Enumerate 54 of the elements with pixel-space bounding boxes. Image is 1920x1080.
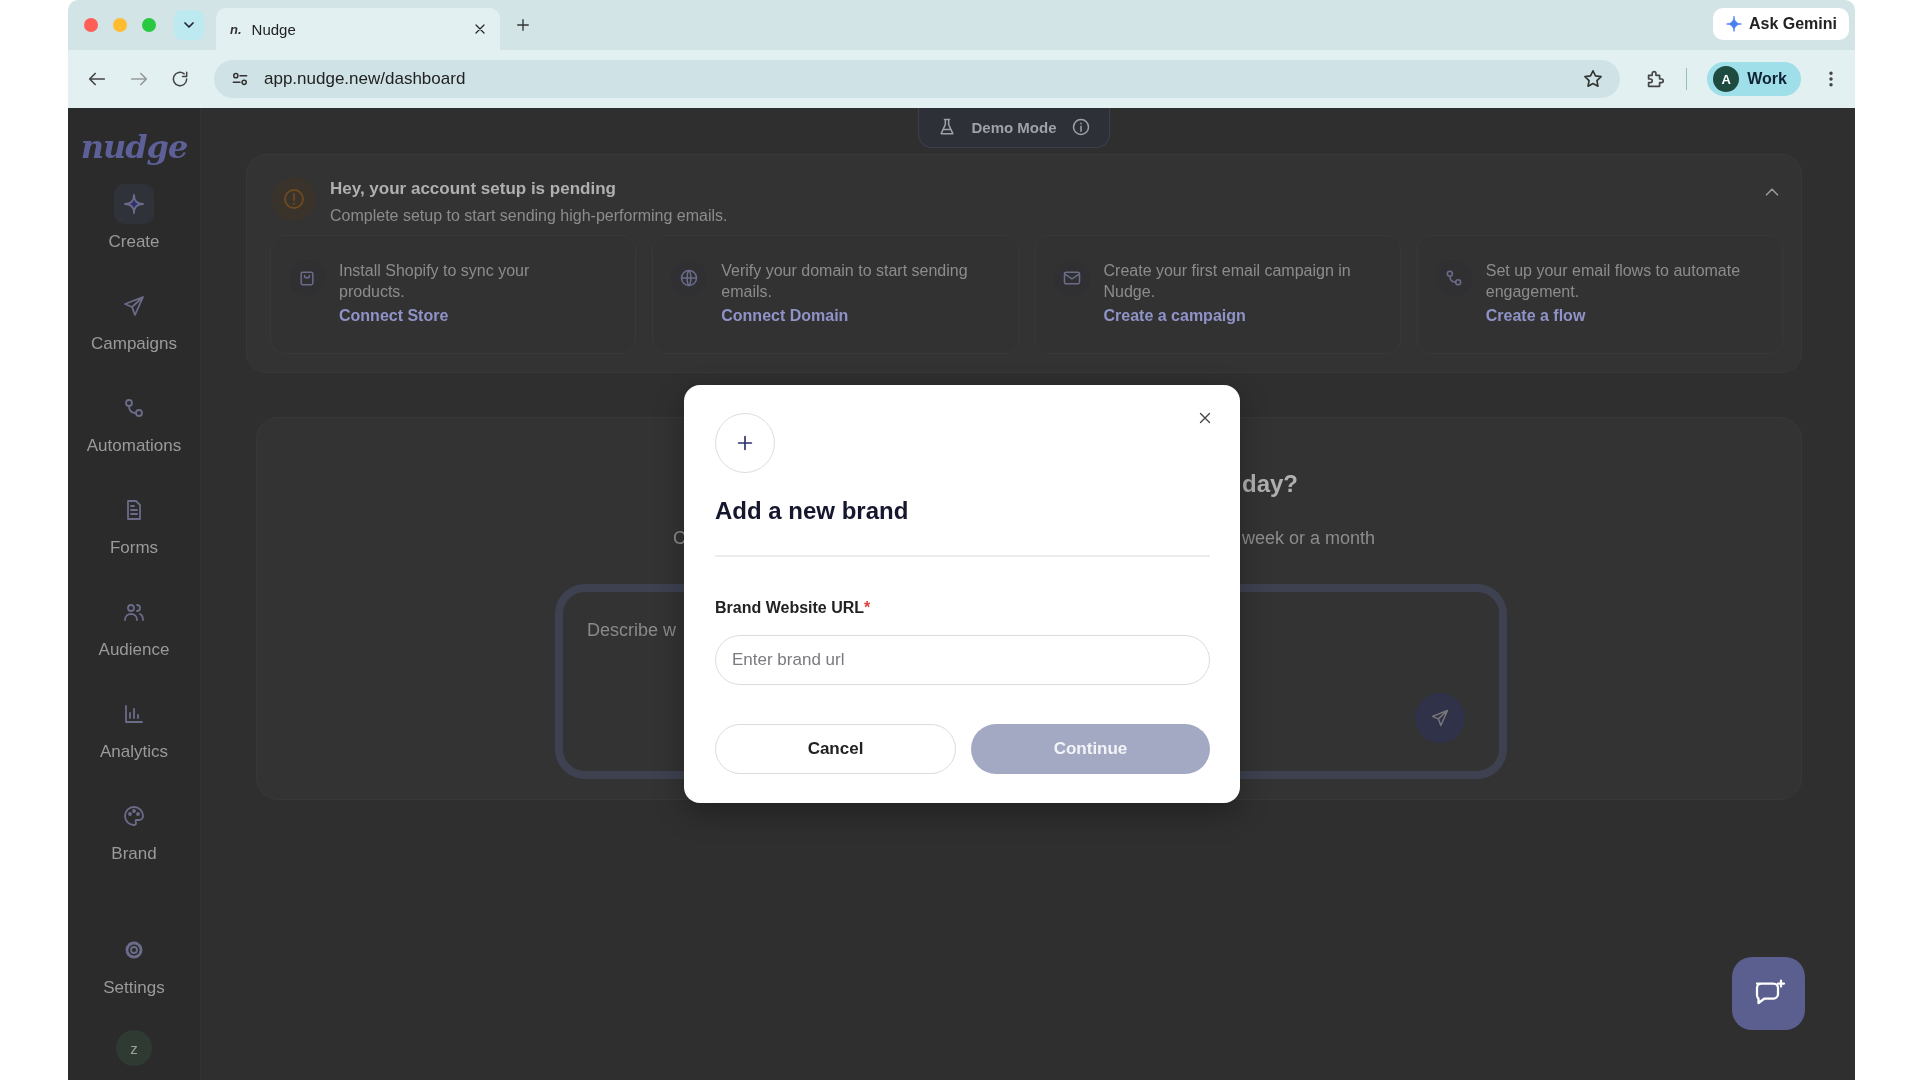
bar-chart-icon [122,702,146,726]
step-text: Install Shopify to sync your products. [339,261,531,302]
send-icon [122,294,146,318]
reload-icon[interactable] [170,69,190,89]
profile-avatar: A [1713,66,1740,92]
prompt-subtitle: week or a month [1242,527,1377,550]
nav-item[interactable]: Audience [74,584,194,668]
nav-item[interactable]: Forms [74,482,194,566]
chat-button[interactable] [1732,957,1805,1030]
tab-favicon: n. [230,21,242,37]
step-link[interactable]: Create a flow [1485,307,1586,325]
address-bar[interactable]: app.nudge.new/dashboard [214,60,1621,98]
field-label: Brand Website URL* [715,599,872,617]
ask-gemini-button[interactable]: Ask Gemini [1712,8,1849,40]
prompt-hint: Describe w [587,620,677,641]
nav-item[interactable]: Create [74,176,194,260]
nav-item[interactable]: Automations [74,380,194,464]
step-link[interactable]: Connect Store [339,307,449,325]
nav-item[interactable]: Brand [74,788,194,872]
step-text: Set up your email flows to automate engagement. [1485,261,1741,302]
sparkle-icon [1724,15,1743,33]
send-button[interactable] [1415,693,1465,744]
browser-tab[interactable]: n. Nudge [216,8,500,50]
cancel-button[interactable]: Cancel [715,724,956,774]
banner-subtitle: Complete setup to start sending high-performing emails. [330,207,729,225]
send-icon [1430,708,1450,729]
prompt-heading: day? [1242,470,1299,499]
settings-item[interactable]: Settings [74,922,194,1006]
tab-title: Nudge [251,20,297,38]
nav-item[interactable]: Analytics [74,686,194,770]
profile-button[interactable]: A Work [1707,62,1801,96]
url-text: app.nudge.new/dashboard [264,69,467,89]
step-link[interactable]: Create a campaign [1103,307,1246,325]
step-link[interactable]: Connect Domain [721,307,849,325]
star-icon[interactable] [1582,68,1605,90]
app-logo: nudge [80,128,188,166]
mail-icon [1061,268,1082,288]
banner-title: Hey, your account setup is pending [330,179,617,199]
dialog-title: Add a new brand [715,497,910,525]
user-avatar[interactable]: z [116,1030,152,1066]
alert-icon [282,187,306,211]
plus-icon[interactable] [514,16,532,34]
bag-icon [297,268,317,288]
tab-list-button[interactable] [174,10,204,40]
globe-icon [679,268,700,288]
nav-item[interactable]: Campaigns [74,278,194,362]
brand-url-field[interactable]: Enter brand url [715,635,1210,685]
demo-mode-label: Demo Mode [971,118,1057,136]
step-text: Verify your domain to start sending emails. [721,261,969,302]
sparkle-icon [122,192,146,216]
flow-icon [122,396,146,420]
step-text: Create your first email campaign in Nudge. [1103,261,1352,302]
info-icon[interactable] [1070,117,1091,137]
palette-icon [122,804,146,828]
